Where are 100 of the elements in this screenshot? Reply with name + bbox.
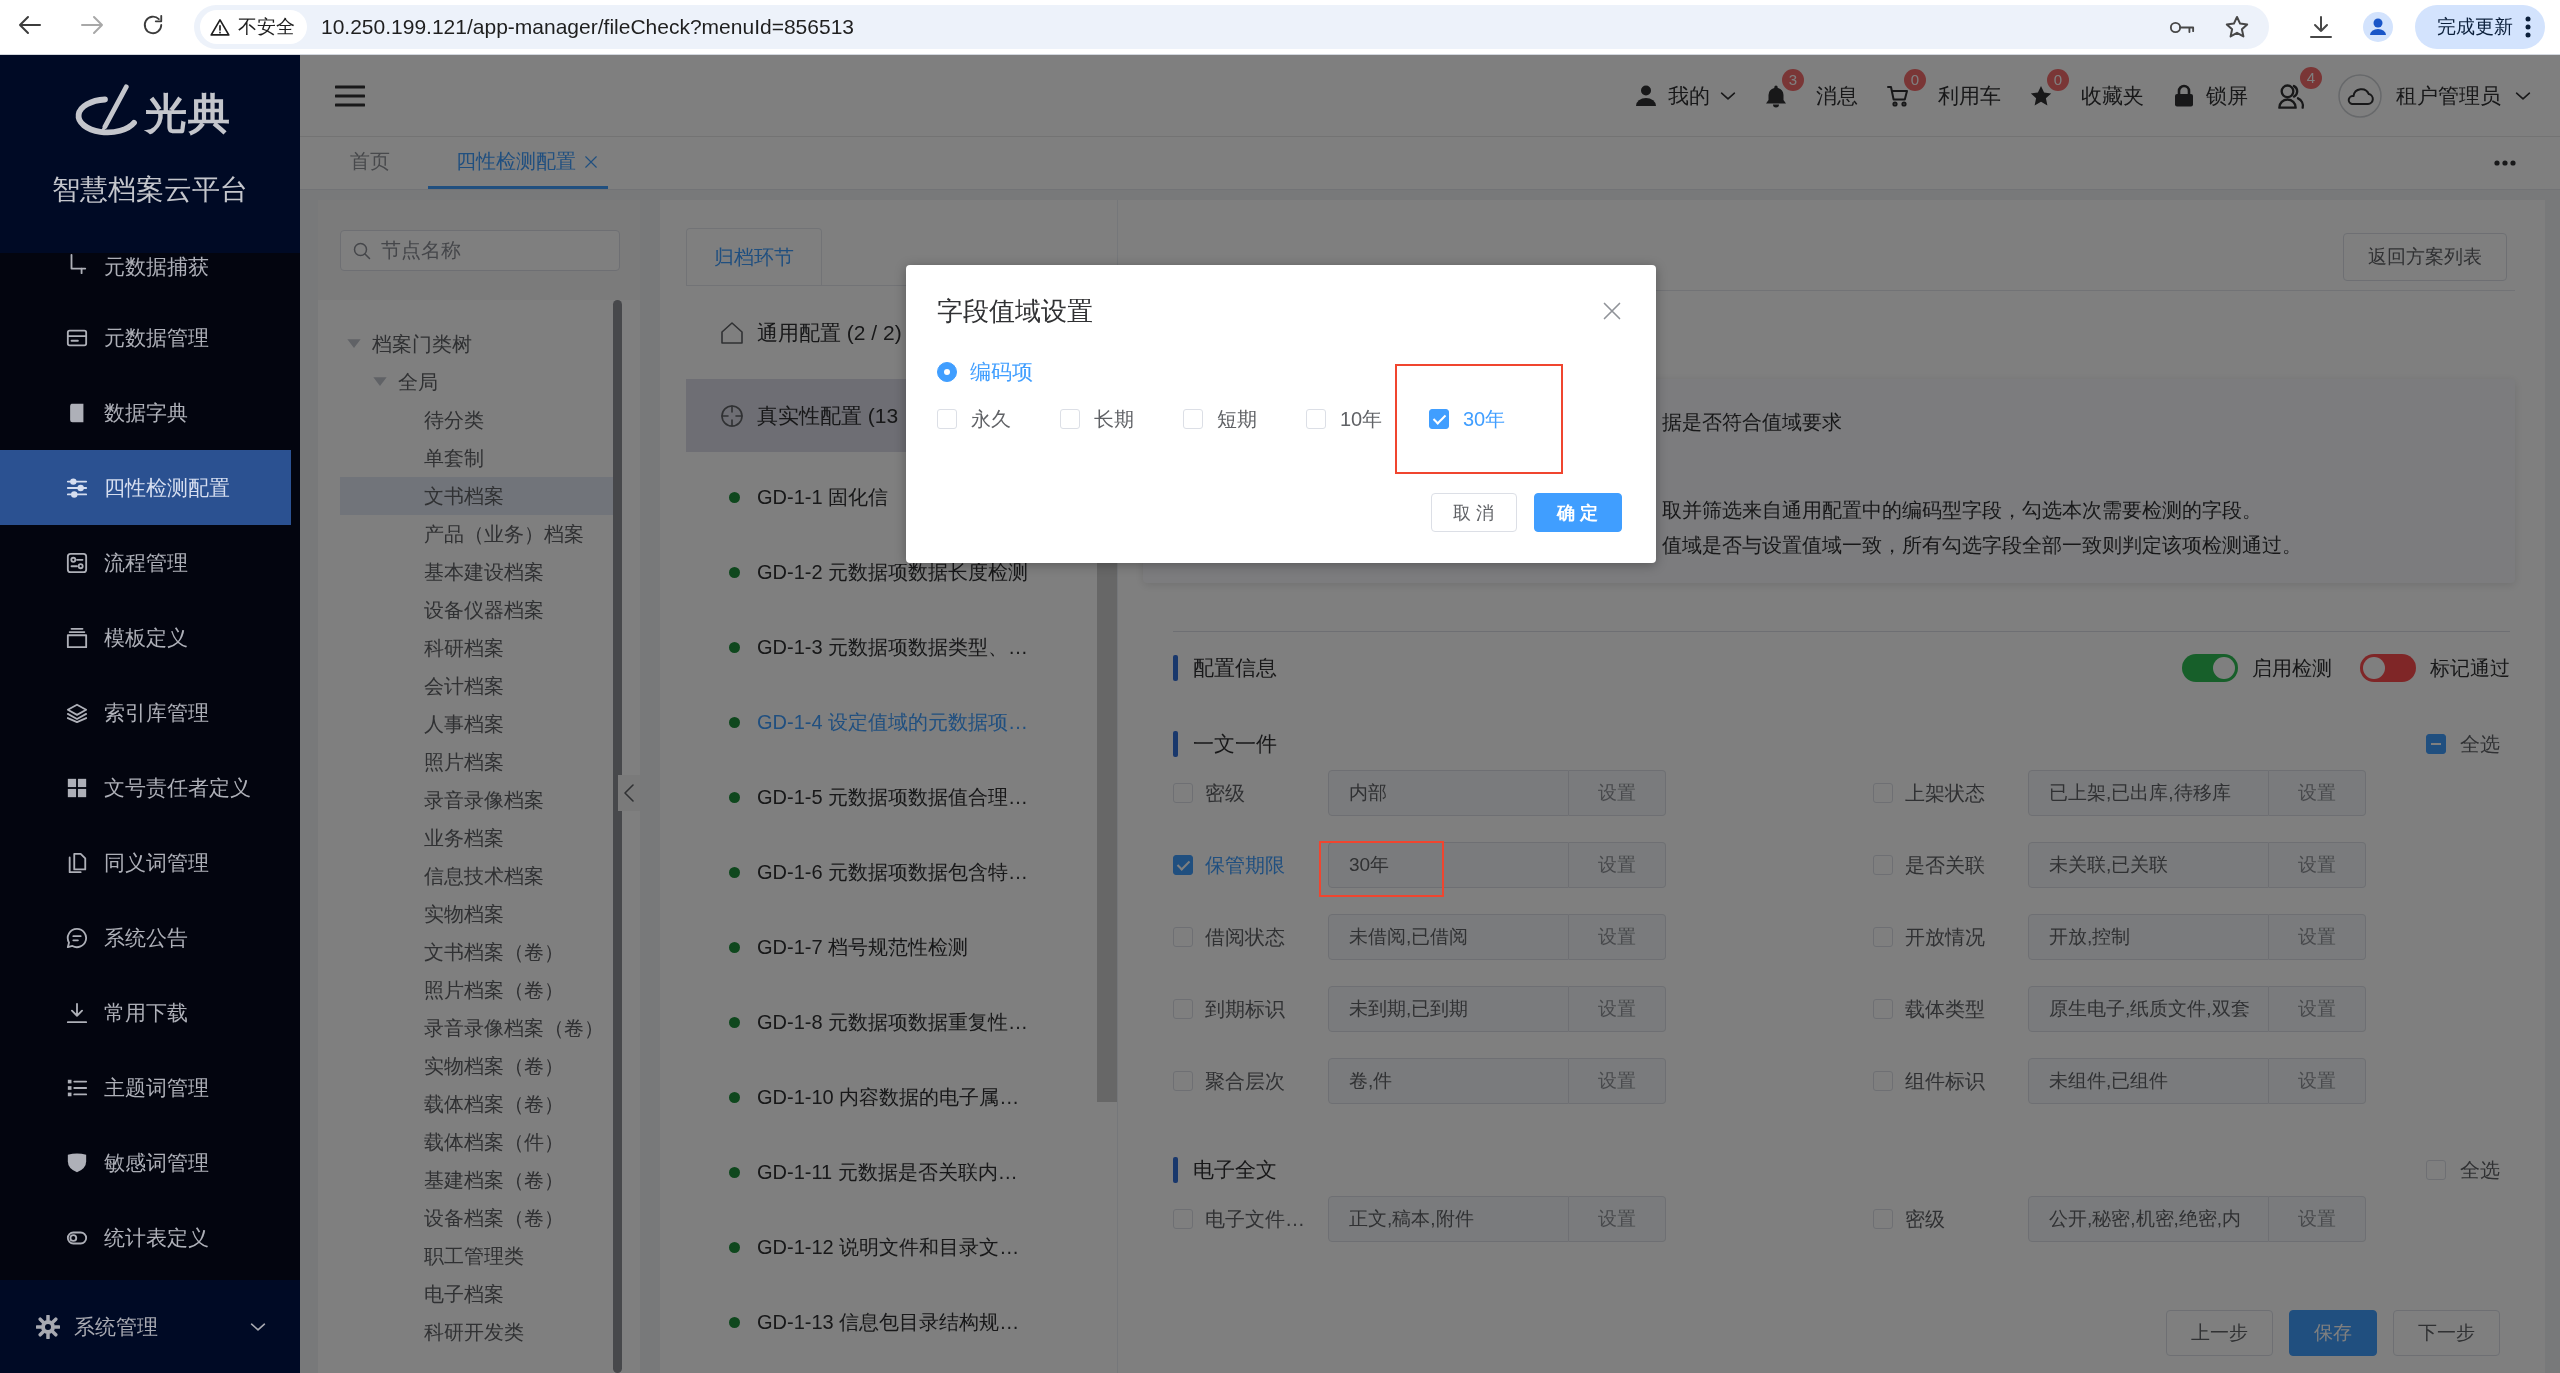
dialog-button[interactable]: 取 消 xyxy=(1431,493,1517,532)
tab[interactable]: 归档环节 xyxy=(686,228,822,285)
account-name[interactable]: 租户管理员 xyxy=(2396,81,2501,110)
more-icon[interactable] xyxy=(2494,160,2516,166)
input-field[interactable]: 未关联,已关联 xyxy=(2028,842,2269,888)
tree-node[interactable]: 人事档案 xyxy=(340,705,615,743)
tree-node[interactable]: 载体档案（卷） xyxy=(340,1085,615,1123)
input-field[interactable]: 30年 xyxy=(1328,842,1569,888)
profile-icon[interactable] xyxy=(2363,12,2393,42)
header-link[interactable]: 我的 xyxy=(1668,81,1710,110)
check-item[interactable]: GD-1-1 固化信 xyxy=(686,460,1091,535)
input-field[interactable]: 未到期,已到期 xyxy=(1328,986,1569,1032)
reload-icon[interactable] xyxy=(142,14,164,36)
tree-node[interactable]: 实物档案（卷） xyxy=(340,1047,615,1085)
scrollbar-thumb[interactable] xyxy=(613,300,622,1373)
check-item[interactable]: GD-1-7 档号规范性检测 xyxy=(686,910,1091,985)
user-icon[interactable] xyxy=(1634,83,1658,108)
security-chip[interactable]: 不安全 xyxy=(200,10,307,44)
tree-node[interactable]: 产品（业务）档案 xyxy=(340,515,615,553)
menu-item[interactable]: 系统管理 xyxy=(0,1280,300,1373)
arrow-left-icon[interactable] xyxy=(18,13,42,37)
tree-node[interactable]: 业务档案 xyxy=(340,819,615,857)
tree-node[interactable]: 录音录像档案（卷） xyxy=(340,1009,615,1047)
tree-node[interactable]: 科研开发类 xyxy=(340,1313,615,1351)
tree-node[interactable]: 照片档案 xyxy=(340,743,615,781)
input-field[interactable]: 正文,稿本,附件 xyxy=(1328,1196,1569,1242)
menu-item[interactable]: 同义词管理 xyxy=(0,825,291,900)
tree-node[interactable]: 职工管理类 xyxy=(340,1237,615,1275)
tree-node[interactable]: 电子档案 xyxy=(340,1275,615,1313)
tree-node[interactable]: 会计档案 xyxy=(340,667,615,705)
check-item[interactable]: GD-1-13 信息包目录结构规… xyxy=(686,1285,1091,1360)
address-field[interactable]: 不安全 10.250.199.121/app-manager/fileCheck?menuId=856513 xyxy=(194,5,2269,49)
menu-item[interactable]: 元数据管理 xyxy=(0,300,291,375)
input-field[interactable]: 内部 xyxy=(1328,770,1569,816)
tree-node[interactable]: 录音录像档案 xyxy=(340,781,615,819)
menu-item[interactable]: 敏感词管理 xyxy=(0,1125,291,1200)
check-item[interactable]: GD-1-10 内容数据的电子属… xyxy=(686,1060,1091,1135)
tree-node[interactable]: 载体档案（件） xyxy=(340,1123,615,1161)
menu-icon[interactable] xyxy=(335,84,365,107)
star-outline-icon[interactable] xyxy=(2225,15,2249,39)
update-button[interactable]: 完成更新 xyxy=(2415,5,2545,49)
checkbox[interactable] xyxy=(1429,409,1449,429)
tree-node[interactable]: 照片档案（卷） xyxy=(340,971,615,1009)
tree-node[interactable]: 基建档案（卷） xyxy=(340,1161,615,1199)
check-item[interactable]: GD-1-3 元数据项数据类型、… xyxy=(686,610,1091,685)
tree-node[interactable]: 实物档案 xyxy=(340,895,615,933)
footer-button[interactable]: 上一步 xyxy=(2166,1310,2273,1356)
dialog-button[interactable]: 确 定 xyxy=(1534,493,1622,532)
switch[interactable] xyxy=(2360,654,2416,682)
tree-node[interactable]: 基本建设档案 xyxy=(340,553,615,591)
search-field[interactable]: 节点名称 xyxy=(340,230,620,271)
check-item[interactable]: GD-1-8 元数据项数据重复性… xyxy=(686,985,1091,1060)
tree-node[interactable]: 文书档案 xyxy=(340,477,615,515)
header-link[interactable]: 利用车 xyxy=(1938,81,2001,110)
menu-item[interactable]: 统计表定义 xyxy=(0,1200,291,1275)
tree-node[interactable]: 科研档案 xyxy=(340,629,615,667)
menu-item[interactable]: 元数据捕获 xyxy=(0,253,291,300)
switch[interactable] xyxy=(2182,654,2238,682)
menu-item[interactable]: 文号责任者定义 xyxy=(0,750,291,825)
header-link[interactable]: 消息 xyxy=(1816,81,1858,110)
menu-item[interactable]: 四性检测配置 xyxy=(0,450,291,525)
footer-button[interactable]: 保存 xyxy=(2289,1310,2377,1356)
tree-node[interactable]: 待分类 xyxy=(340,401,615,439)
back-button[interactable]: 返回方案列表 xyxy=(2343,233,2507,281)
check-item[interactable]: GD-1-4 设定值域的元数据项… xyxy=(686,685,1091,760)
tree-node[interactable]: 设备仪器档案 xyxy=(340,591,615,629)
input-field[interactable]: 未借阅,已借阅 xyxy=(1328,914,1569,960)
tab[interactable]: 四性检测配置 xyxy=(428,137,608,189)
check-item[interactable]: GD-1-12 说明文件和目录文… xyxy=(686,1210,1091,1285)
lock-icon[interactable] xyxy=(2172,83,2196,108)
tree-node[interactable]: 信息技术档案 xyxy=(340,857,615,895)
menu-item[interactable]: 流程管理 xyxy=(0,525,291,600)
download-icon[interactable] xyxy=(2309,15,2333,39)
check-item[interactable]: GD-1-6 元数据项数据包含特… xyxy=(686,835,1091,910)
input-field[interactable]: 原生电子,纸质文件,双套 xyxy=(2028,986,2269,1032)
tree-node[interactable]: 单套制 xyxy=(340,439,615,477)
input-field[interactable]: 开放,控制 xyxy=(2028,914,2269,960)
menu-item[interactable]: 模板定义 xyxy=(0,600,291,675)
check-item[interactable]: GD-1-2 元数据项数据长度检测 xyxy=(686,535,1091,610)
tree-node[interactable]: 档案门类树 xyxy=(340,325,615,363)
menu-item[interactable]: 数据字典 xyxy=(0,375,291,450)
menu-item[interactable]: 系统公告 xyxy=(0,900,291,975)
tree-node[interactable]: 全局 xyxy=(340,363,615,401)
check-item[interactable]: GD-1-5 元数据项数据值合理… xyxy=(686,760,1091,835)
cloud-avatar-icon[interactable] xyxy=(2338,73,2382,118)
menu-item[interactable]: 索引库管理 xyxy=(0,675,291,750)
footer-button[interactable]: 下一步 xyxy=(2393,1310,2500,1356)
checkbox[interactable] xyxy=(1173,855,1193,875)
collapse-button[interactable] xyxy=(618,775,640,811)
key-icon[interactable] xyxy=(2169,19,2195,35)
menu-item[interactable]: 主题词管理 xyxy=(0,1050,291,1125)
menu-item[interactable]: 常用下载 xyxy=(0,975,291,1050)
input-field[interactable]: 未组件,已组件 xyxy=(2028,1058,2269,1104)
check-item[interactable]: GD-1-11 元数据是否关联内… xyxy=(686,1135,1091,1210)
tree-node[interactable]: 文书档案（卷） xyxy=(340,933,615,971)
radio[interactable] xyxy=(937,362,957,382)
bell-icon[interactable] xyxy=(1764,83,1788,108)
checkbox[interactable] xyxy=(2426,734,2446,754)
input-field[interactable]: 已上架,已出库,待移库 xyxy=(2028,770,2269,816)
header-link[interactable]: 收藏夹 xyxy=(2081,81,2144,110)
